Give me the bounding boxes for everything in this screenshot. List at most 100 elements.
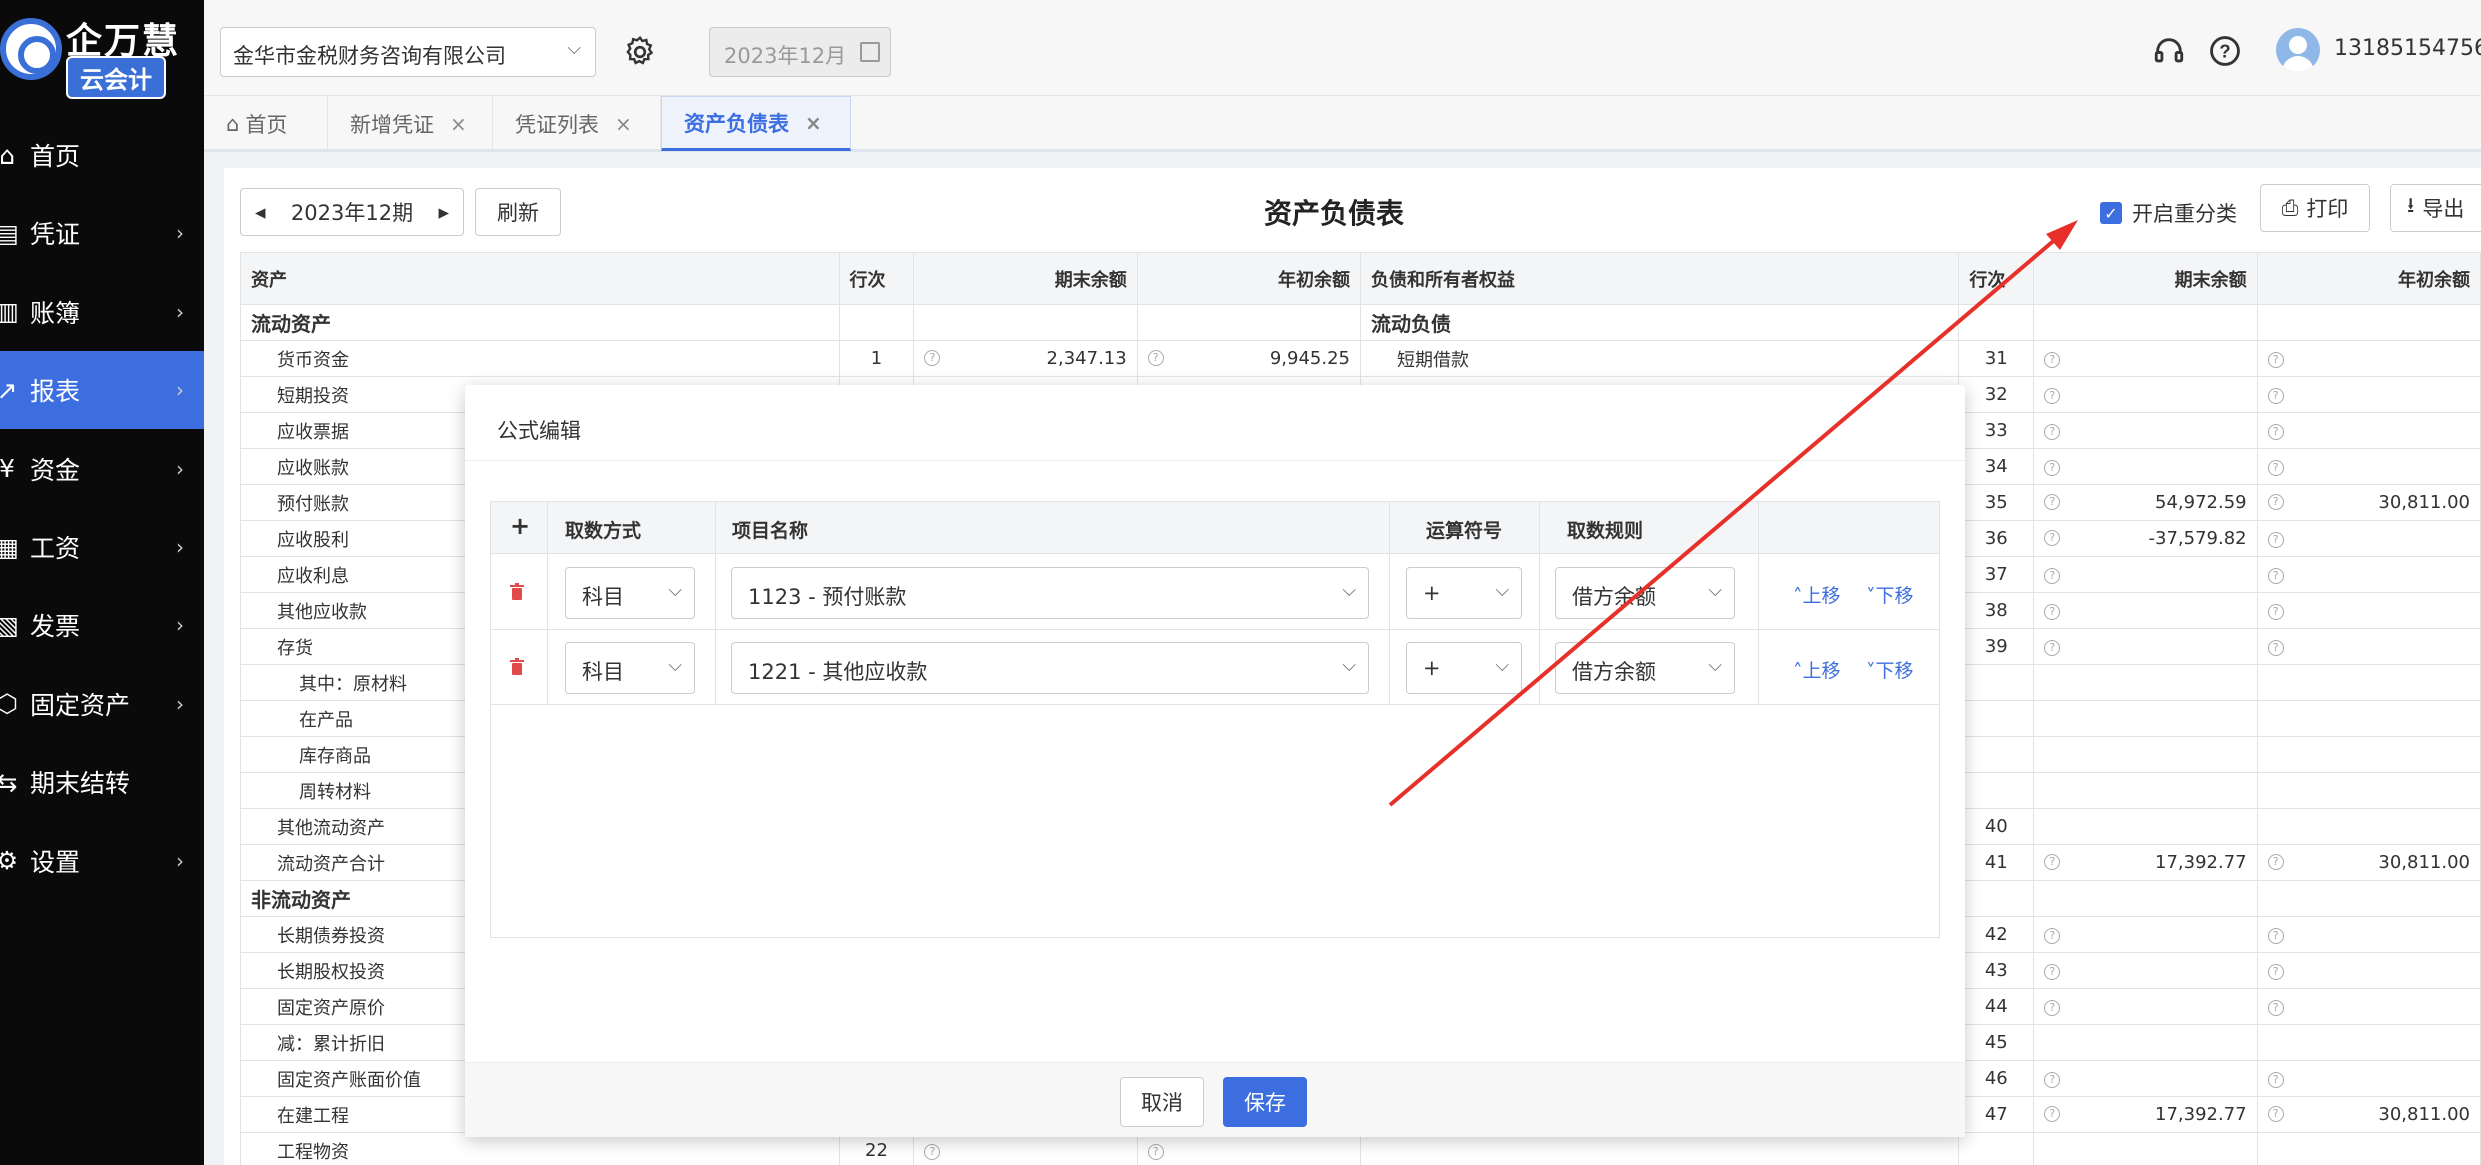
close-icon[interactable]: ×: [805, 111, 822, 135]
help-icon[interactable]: ?: [2267, 854, 2284, 870]
help-icon[interactable]: ?: [2044, 999, 2061, 1016]
help-icon[interactable]: ?: [2267, 603, 2284, 620]
help-icon[interactable]: ?: [2208, 34, 2242, 68]
help-icon[interactable]: ?: [1147, 350, 1164, 366]
help-icon[interactable]: ?: [2267, 387, 2284, 404]
method-select[interactable]: 科目 ⌵: [565, 567, 695, 619]
help-icon[interactable]: ?: [2267, 459, 2284, 476]
print-button[interactable]: ⎙ 打印: [2260, 184, 2370, 232]
help-icon[interactable]: ?: [2044, 387, 2061, 404]
reclass-checkbox[interactable]: ✓ 开启重分类: [2100, 198, 2237, 228]
help-icon[interactable]: ?: [924, 1143, 941, 1160]
period-picker[interactable]: 2023年12月: [709, 27, 891, 77]
help-icon[interactable]: ?: [2044, 351, 2061, 368]
add-row-button[interactable]: +: [510, 512, 530, 540]
move-up-button[interactable]: ˄上移: [1793, 581, 1841, 608]
help-icon[interactable]: ?: [2044, 1071, 2061, 1088]
tab-0[interactable]: ⌂ 首页: [204, 96, 328, 151]
sidebar-item-1[interactable]: ▤ 凭证 ›: [0, 194, 204, 272]
liability-begin: [2256, 700, 2481, 737]
help-icon[interactable]: ?: [2267, 927, 2284, 944]
help-icon[interactable]: ?: [2267, 423, 2284, 440]
move-up-button[interactable]: ˄上移: [1793, 656, 1841, 683]
asset-name-text: 周转材料: [299, 781, 371, 803]
trash-icon[interactable]: [509, 583, 525, 601]
save-button[interactable]: 保存: [1223, 1077, 1307, 1127]
settings-icon: ⚙: [0, 846, 19, 876]
headset-icon[interactable]: [2152, 34, 2186, 68]
help-icon[interactable]: ?: [2044, 603, 2061, 620]
help-icon[interactable]: ?: [2267, 494, 2284, 510]
avatar[interactable]: [2276, 28, 2320, 72]
tab-3[interactable]: 资产负债表 ×: [661, 96, 851, 151]
item-name-select[interactable]: 1123 - 预付账款 ⌵: [731, 567, 1369, 619]
help-icon[interactable]: ?: [2044, 530, 2061, 546]
trash-icon[interactable]: [509, 658, 525, 676]
header-rule: 取数规则: [1567, 520, 1644, 542]
help-icon[interactable]: ?: [2267, 1106, 2284, 1122]
help-icon[interactable]: ?: [2044, 854, 2061, 870]
liability-begin-text: 30,811.00: [2378, 1104, 2470, 1125]
sidebar-item-9[interactable]: ⚙ 设置 ›: [0, 822, 204, 900]
company-select[interactable]: 金华市金税财务咨询有限公司 ⌵: [220, 27, 596, 77]
tab-2[interactable]: 凭证列表 ×: [493, 96, 661, 151]
sidebar-item-4[interactable]: ¥ 资金 ›: [0, 430, 204, 508]
tab-1[interactable]: 新增凭证 ×: [328, 96, 493, 151]
sidebar-item-label: 资金: [30, 455, 81, 485]
next-period-button[interactable]: ▸: [438, 200, 449, 224]
help-icon[interactable]: ?: [2267, 999, 2284, 1016]
help-icon[interactable]: ?: [2044, 494, 2061, 510]
sidebar-item-7[interactable]: ⬡ 固定资产 ›: [0, 665, 204, 743]
table-row: 货币资金 1? 2,347.13? 9,945.25 短期借款 31??: [240, 340, 2481, 377]
help-icon[interactable]: ?: [2267, 531, 2284, 548]
operator-select[interactable]: + ⌵: [1406, 642, 1522, 694]
help-icon[interactable]: ?: [2267, 639, 2284, 656]
cancel-button[interactable]: 取消: [1120, 1077, 1204, 1127]
chevron-down-icon: ⌵: [668, 580, 682, 601]
help-icon[interactable]: ?: [2044, 1106, 2061, 1122]
move-down-button[interactable]: ˅下移: [1866, 581, 1914, 608]
sidebar-item-0[interactable]: ⌂ 首页: [0, 116, 204, 194]
sidebar-item-8[interactable]: ⇆ 期末结转: [0, 743, 204, 821]
close-icon[interactable]: ×: [450, 112, 467, 136]
help-icon[interactable]: ?: [2044, 423, 2061, 440]
rule-select[interactable]: 借方余额 ⌵: [1555, 642, 1735, 694]
help-icon[interactable]: ?: [924, 350, 941, 366]
export-button[interactable]: ⭳ 导出: [2390, 184, 2481, 232]
rule-select[interactable]: 借方余额 ⌵: [1555, 567, 1735, 619]
liability-end-text: 17,392.77: [2155, 852, 2247, 873]
help-icon[interactable]: ?: [2044, 639, 2061, 656]
close-icon[interactable]: ×: [615, 112, 632, 136]
calendar-icon: [860, 42, 880, 62]
move-down-button[interactable]: ˅下移: [1866, 656, 1914, 683]
sidebar-item-3[interactable]: ↗ 报表 ›: [0, 351, 204, 430]
help-icon[interactable]: ?: [2267, 351, 2284, 368]
item-name-select[interactable]: 1221 - 其他应收款 ⌵: [731, 642, 1369, 694]
header-name: 项目名称: [732, 520, 809, 542]
refresh-button[interactable]: 刷新: [475, 188, 561, 236]
prev-period-button[interactable]: ◂: [255, 200, 266, 224]
sidebar-item-label: 凭证: [30, 220, 81, 250]
help-icon[interactable]: ?: [2044, 963, 2061, 980]
method-select[interactable]: 科目 ⌵: [565, 642, 695, 694]
help-icon[interactable]: ?: [2044, 459, 2061, 476]
help-icon[interactable]: ?: [2044, 927, 2061, 944]
operator-select[interactable]: + ⌵: [1406, 567, 1522, 619]
liability-begin: ?: [2256, 952, 2481, 989]
help-icon[interactable]: ?: [2044, 567, 2061, 584]
liability-line: 36: [1958, 520, 2035, 557]
help-icon[interactable]: ?: [2267, 963, 2284, 980]
help-icon[interactable]: ?: [2267, 567, 2284, 584]
liability-end: [2033, 1132, 2258, 1165]
asset-line: 22: [838, 1132, 915, 1165]
sidebar-item-6[interactable]: ▧ 发票 ›: [0, 586, 204, 664]
liability-line-text: 33: [1984, 420, 2008, 441]
move-up-label: 上移: [1802, 660, 1841, 682]
invoice-icon: ▧: [0, 610, 19, 640]
move-down-label: 下移: [1875, 585, 1914, 607]
help-icon[interactable]: ?: [1147, 1143, 1164, 1160]
gear-icon[interactable]: [622, 34, 658, 70]
help-icon[interactable]: ?: [2267, 1071, 2284, 1088]
sidebar-item-2[interactable]: ▥ 账簿 ›: [0, 273, 204, 351]
sidebar-item-5[interactable]: ▦ 工资 ›: [0, 508, 204, 586]
